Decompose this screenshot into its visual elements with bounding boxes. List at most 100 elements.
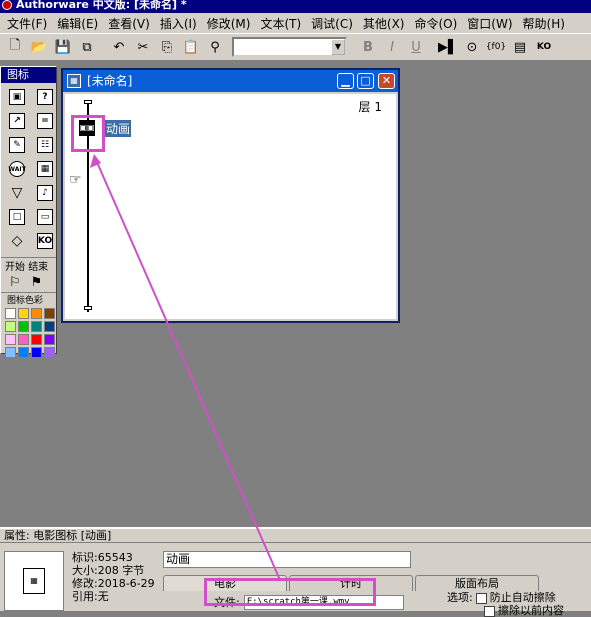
design-window: ▦ [未命名] ▁ □ ✕ ▣▣ 动画 层 1 ☞: [61, 68, 400, 323]
minimize-button[interactable]: ▁: [337, 73, 354, 89]
wait-icon[interactable]: WAIT: [5, 158, 29, 180]
color-swatch[interactable]: [44, 334, 55, 345]
design-window-title: [未命名]: [87, 74, 133, 88]
movie-preview: ▦: [4, 551, 64, 611]
close-button[interactable]: ✕: [378, 73, 395, 89]
italic-button[interactable]: I: [381, 36, 403, 58]
icon-label[interactable]: 动画: [105, 120, 132, 137]
paste-icon[interactable]: 📋: [180, 36, 202, 58]
start-end-labels: 开始 结束: [1, 257, 56, 273]
end-flag-icon[interactable]: ⚑: [31, 275, 43, 290]
color-swatches: [1, 306, 56, 360]
interaction-icon[interactable]: ?: [33, 86, 57, 108]
copy-icon[interactable]: ⎘: [156, 36, 178, 58]
color-swatch[interactable]: [5, 321, 16, 332]
color-swatch[interactable]: [18, 347, 29, 358]
color-swatch[interactable]: [5, 308, 16, 319]
icon-palette: 图标 ▣ ? ↗ = ✎ ☷ WAIT ▦ ▽ ♪ □ ▭ ◇ KO 开始 结束…: [0, 66, 57, 358]
main-toolbar: 🗋 📂 💾 ⧉ ↶ ✂ ⎘ 📋 ⚲ ▼ B I U ▶▌ ⊙ {f0} ▤ KO: [0, 33, 591, 61]
font-select[interactable]: ▼: [232, 37, 347, 57]
variables-icon[interactable]: ▤: [509, 36, 531, 58]
color-swatch[interactable]: [44, 308, 55, 319]
color-swatch[interactable]: [5, 334, 16, 345]
menu-insert[interactable]: 插入(I): [155, 15, 202, 32]
prevent-auto-erase-checkbox[interactable]: [475, 592, 487, 604]
highlight-box-icon: [71, 115, 105, 152]
calculation-icon[interactable]: =: [33, 110, 57, 132]
color-swatch[interactable]: [31, 308, 42, 319]
menu-view[interactable]: 查看(V): [103, 15, 155, 32]
color-swatch[interactable]: [18, 308, 29, 319]
cut-icon[interactable]: ✂: [132, 36, 154, 58]
paste-hand-icon: ☞: [69, 172, 82, 188]
menu-debug[interactable]: 调试(C): [306, 15, 358, 32]
run-icon[interactable]: ▶▌: [437, 36, 459, 58]
color-swatch[interactable]: [31, 347, 42, 358]
chevron-down-icon[interactable]: ▼: [331, 39, 345, 55]
open-icon[interactable]: 📂: [28, 36, 50, 58]
bold-button[interactable]: B: [357, 36, 379, 58]
layer-indicator: 层 1: [358, 100, 382, 114]
color-swatch[interactable]: [18, 321, 29, 332]
end-flag-label: 结束: [28, 262, 49, 273]
highlight-box-file: [204, 578, 376, 606]
color-swatch[interactable]: [5, 347, 16, 358]
new-icon[interactable]: 🗋: [4, 36, 26, 58]
menu-help[interactable]: 帮助(H): [518, 15, 570, 32]
undo-icon[interactable]: ↶: [108, 36, 130, 58]
color-swatch[interactable]: [44, 321, 55, 332]
knowledge-object-icon[interactable]: KO: [33, 230, 57, 252]
icon-reference: 引用:无: [72, 590, 109, 603]
erase-previous-checkbox[interactable]: [484, 605, 495, 617]
options-group: 选项: 防止自动擦除 擦除以前内容: [447, 591, 564, 617]
decision-icon[interactable]: ◇: [5, 230, 29, 252]
import-icon[interactable]: ⧉: [76, 36, 98, 58]
menu-file[interactable]: 文件(F): [2, 15, 52, 32]
digital-movie-icon[interactable]: ▦: [33, 158, 57, 180]
authorware-logo-icon: [2, 0, 12, 10]
control-panel-icon[interactable]: ⊙: [461, 36, 483, 58]
menu-other[interactable]: 其他(X): [358, 15, 410, 32]
properties-title: 属性: 电影图标 [动画]: [0, 529, 591, 543]
flowline-end-cap: [84, 306, 92, 310]
video-icon[interactable]: ▭: [33, 206, 57, 228]
map-icon[interactable]: ☷: [33, 134, 57, 156]
options-label: 选项:: [447, 591, 473, 604]
display-icon[interactable]: ▣: [5, 86, 29, 108]
icon-info: 标识:65543 大小:208 字节 修改:2018-6-29 引用:无: [72, 551, 155, 603]
color-swatch[interactable]: [31, 321, 42, 332]
save-all-icon[interactable]: 💾: [52, 36, 74, 58]
flowline-start-cap: [84, 100, 92, 104]
underline-button[interactable]: U: [405, 36, 427, 58]
app-title: Authorware 中文版: [未命名] *: [16, 0, 187, 11]
icon-size: 大小:208 字节: [72, 564, 145, 577]
palette-title: 图标: [1, 67, 56, 83]
start-flag-label: 开始: [5, 262, 25, 273]
color-swatch[interactable]: [31, 334, 42, 345]
navigate-icon[interactable]: ▽: [5, 182, 29, 204]
color-swatch[interactable]: [44, 347, 55, 358]
knowledge-objects-icon[interactable]: KO: [533, 36, 555, 58]
menu-text[interactable]: 文本(T): [255, 15, 306, 32]
menu-edit[interactable]: 编辑(E): [52, 15, 103, 32]
menu-bar: 文件(F) 编辑(E) 查看(V) 插入(I) 修改(M) 文本(T) 调试(C…: [0, 13, 591, 33]
prevent-auto-erase-label: 防止自动擦除: [489, 591, 556, 604]
functions-icon[interactable]: {f0}: [485, 36, 507, 58]
erase-icon[interactable]: ✎: [5, 134, 29, 156]
menu-modify[interactable]: 修改(M): [202, 15, 256, 32]
framework-icon[interactable]: □: [5, 206, 29, 228]
tab-layout[interactable]: 版面布局: [415, 575, 539, 591]
flowline-area[interactable]: ▣▣ 动画 层 1 ☞: [65, 94, 396, 319]
find-icon[interactable]: ⚲: [204, 36, 226, 58]
movie-file-icon: ▦: [23, 568, 45, 594]
menu-window[interactable]: 窗口(W): [462, 15, 517, 32]
menu-commands[interactable]: 命令(O): [409, 15, 462, 32]
design-window-title-bar: ▦ [未命名] ▁ □ ✕: [63, 70, 398, 92]
icon-name-input[interactable]: 动画: [163, 551, 411, 568]
color-swatch[interactable]: [18, 334, 29, 345]
start-flag-icon[interactable]: ⚐: [9, 275, 21, 290]
motion-icon[interactable]: ↗: [5, 110, 29, 132]
sound-icon[interactable]: ♪: [33, 182, 57, 204]
maximize-button[interactable]: □: [357, 73, 374, 89]
icon-id: 标识:65543: [72, 551, 133, 564]
